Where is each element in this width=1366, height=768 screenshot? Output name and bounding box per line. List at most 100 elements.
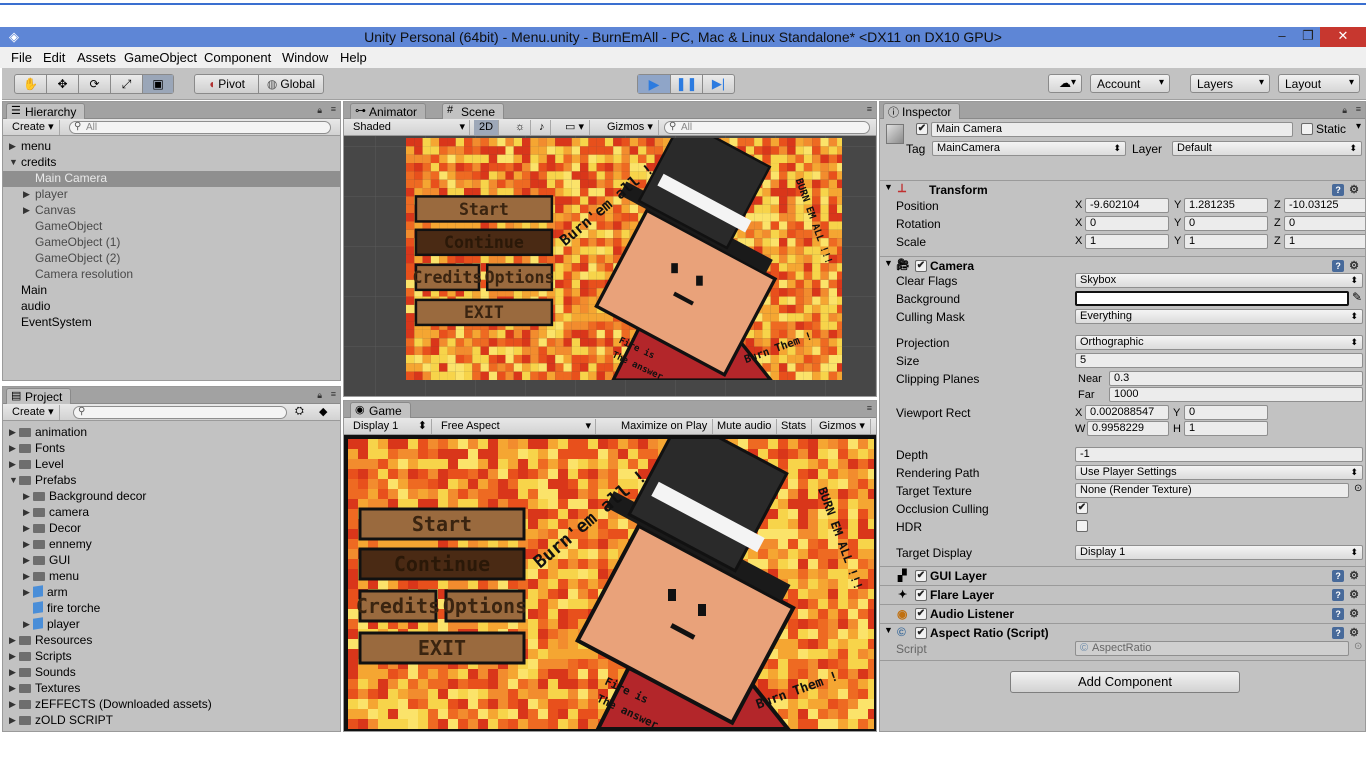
project-create-dropdown[interactable]: Create ▾ <box>7 405 60 420</box>
x-axis-label[interactable]: X <box>1075 235 1082 247</box>
collapsed-arrow-icon[interactable]: ▶ <box>9 139 16 154</box>
aspect-dropdown[interactable]: Free Aspect ▾ <box>436 419 596 434</box>
tab-game[interactable]: ◉ Game <box>350 402 411 418</box>
tab-inspector[interactable]: ⓘ Inspector <box>883 103 961 119</box>
hierarchy-item[interactable]: Main Camera <box>3 171 340 187</box>
collapsed-arrow-icon[interactable]: ▶ <box>9 681 16 696</box>
menu-window[interactable]: Window <box>282 50 328 65</box>
effects-dropdown-icon[interactable]: ▭ ▾ <box>560 120 590 135</box>
size-field[interactable]: 5 <box>1075 353 1363 368</box>
game-gizmos-dropdown[interactable]: Gizmos ▾ <box>814 419 871 434</box>
z-axis-label[interactable]: Z <box>1274 235 1281 247</box>
near-field[interactable]: 0.3 <box>1109 371 1363 386</box>
cloud-button[interactable]: ☁ <box>1048 74 1082 93</box>
hierarchy-item[interactable]: GameObject <box>3 219 340 235</box>
transform-component-header[interactable]: ▼ ⟂ Transform ? ⚙ <box>880 180 1365 199</box>
flare-layer-component-header[interactable]: ✦ ✔ Flare Layer ? ⚙ <box>880 585 1365 604</box>
help-icon[interactable]: ? <box>1332 260 1345 272</box>
panel-menu-icon[interactable]: ≡ <box>867 403 872 413</box>
pivot-toggle[interactable]: ◖ Pivot <box>195 75 259 93</box>
lock-icon[interactable]: 🔒︎ <box>317 390 322 401</box>
tab-project[interactable]: ▤ Project <box>6 388 72 404</box>
menu-gameobject[interactable]: GameObject <box>124 50 197 65</box>
collapsed-arrow-icon[interactable]: ▶ <box>9 697 16 712</box>
static-checkbox[interactable] <box>1301 123 1313 135</box>
scale-tool-icon[interactable]: ⤢ <box>111 75 143 93</box>
project-item[interactable]: ▶ Decor <box>3 521 340 537</box>
hierarchy-create-dropdown[interactable]: Create ▾ <box>7 120 60 135</box>
hierarchy-item[interactable]: GameObject (2) <box>3 251 340 267</box>
play-button[interactable]: ▶ <box>638 75 671 93</box>
static-dropdown-icon[interactable]: ▾ <box>1356 121 1361 132</box>
collapsed-arrow-icon[interactable]: ▶ <box>23 521 30 536</box>
y-axis-label[interactable]: Y <box>1174 235 1181 247</box>
gear-icon[interactable]: ⚙ <box>1349 260 1359 272</box>
game-viewport[interactable]: Start Continue Credits Options EXIT Burn'em a… <box>344 415 876 731</box>
rotation-x-field[interactable]: 0 <box>1085 216 1169 231</box>
background-color-swatch[interactable] <box>1075 291 1349 306</box>
hierarchy-item[interactable]: audio <box>3 299 340 315</box>
rotation-y-field[interactable]: 0 <box>1184 216 1268 231</box>
hdr-checkbox[interactable] <box>1076 520 1088 532</box>
project-item[interactable]: ▶ Fonts <box>3 441 340 457</box>
gui-layer-checkbox[interactable]: ✔ <box>915 570 927 582</box>
stats-toggle[interactable]: Stats <box>776 419 813 434</box>
gui-layer-component-header[interactable]: ▞ ✔ GUI Layer ? ⚙ <box>880 566 1365 585</box>
filter-type-icon[interactable]: ⛭ <box>295 405 304 418</box>
rect-tool-icon[interactable]: ▣ <box>143 75 173 93</box>
filter-label-icon[interactable]: ◆ <box>319 405 327 418</box>
object-name-field[interactable]: Main Camera <box>931 122 1293 137</box>
rendering-path-dropdown[interactable]: Use Player Settings <box>1075 465 1363 480</box>
audio-listener-checkbox[interactable]: ✔ <box>915 608 927 620</box>
position-z-field[interactable]: -10.03125 <box>1284 198 1365 213</box>
expanded-arrow-icon[interactable]: ▼ <box>9 155 18 170</box>
aspect-ratio-component-header[interactable]: ▼ © ✔ Aspect Ratio (Script) ? ⚙ <box>880 623 1365 642</box>
collapsed-arrow-icon[interactable]: ▶ <box>9 649 16 664</box>
eyedropper-icon[interactable]: ✎ <box>1352 290 1362 304</box>
x-axis-label[interactable]: X <box>1075 199 1082 211</box>
audio-toggle-icon[interactable]: ♪ <box>534 120 551 135</box>
menu-edit[interactable]: Edit <box>43 50 65 65</box>
project-item[interactable]: ▶ ennemy <box>3 537 340 553</box>
scene-search-input[interactable]: ⚲ All <box>664 121 870 134</box>
project-item[interactable]: ▼ Prefabs <box>3 473 340 489</box>
lock-icon[interactable]: 🔒︎ <box>1342 105 1347 116</box>
layout-dropdown[interactable]: Layout <box>1278 74 1360 93</box>
tag-dropdown[interactable]: MainCamera <box>932 141 1126 156</box>
help-icon[interactable]: ? <box>1332 184 1345 196</box>
lock-icon[interactable]: 🔒︎ <box>317 105 322 116</box>
gear-icon[interactable]: ⚙ <box>1349 608 1359 620</box>
pause-button[interactable]: ❚❚ <box>671 75 703 93</box>
gear-icon[interactable]: ⚙ <box>1349 570 1359 582</box>
gear-icon[interactable]: ⚙ <box>1349 184 1359 196</box>
collapsed-arrow-icon[interactable]: ▶ <box>9 665 16 680</box>
project-item[interactable]: ▶ Scripts <box>3 649 340 665</box>
help-icon[interactable]: ? <box>1332 570 1345 582</box>
clear-flags-dropdown[interactable]: Skybox <box>1075 273 1363 288</box>
project-item[interactable]: ▶ animation <box>3 425 340 441</box>
scale-y-field[interactable]: 1 <box>1184 234 1268 249</box>
y-axis-label[interactable]: Y <box>1174 199 1181 211</box>
collapsed-arrow-icon[interactable]: ▶ <box>9 713 16 728</box>
project-item[interactable]: ▶ player <box>3 617 340 633</box>
move-tool-icon[interactable]: ✥ <box>47 75 79 93</box>
scene-viewport[interactable]: Start Continue Credits Options EXIT Burn'em a… <box>344 118 876 396</box>
collapsed-arrow-icon[interactable]: ▶ <box>23 505 30 520</box>
help-icon[interactable]: ? <box>1332 589 1345 601</box>
help-icon[interactable]: ? <box>1332 627 1345 639</box>
audio-listener-component-header[interactable]: ◉ ✔ Audio Listener ? ⚙ <box>880 604 1365 623</box>
project-item[interactable]: ▶ menu <box>3 569 340 585</box>
project-item[interactable]: ▶ zEFFECTS (Downloaded assets) <box>3 697 340 713</box>
position-x-field[interactable]: -9.602104 <box>1085 198 1169 213</box>
scene-gizmos-dropdown[interactable]: Gizmos ▾ <box>602 120 659 135</box>
viewport-y-field[interactable]: 0 <box>1184 405 1268 420</box>
z-axis-label[interactable]: Z <box>1274 199 1281 211</box>
tab-animator[interactable]: ⊶ Animator <box>350 103 427 119</box>
rotate-tool-icon[interactable]: ⟳ <box>79 75 111 93</box>
aspect-ratio-checkbox[interactable]: ✔ <box>915 627 927 639</box>
menu-help[interactable]: Help <box>340 50 367 65</box>
close-button[interactable]: ✕ <box>1320 27 1366 47</box>
projection-dropdown[interactable]: Orthographic <box>1075 335 1363 350</box>
menu-assets[interactable]: Assets <box>77 50 116 65</box>
collapsed-arrow-icon[interactable]: ▶ <box>23 187 30 202</box>
